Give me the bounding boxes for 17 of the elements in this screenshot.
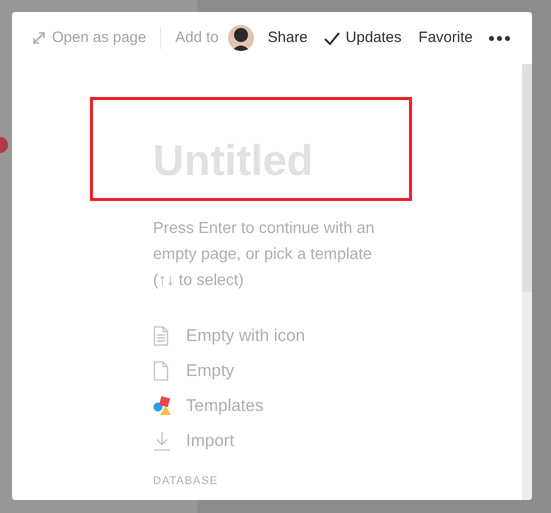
template-option[interactable]: Empty with icon bbox=[153, 324, 306, 348]
section-heading: DATABASE bbox=[153, 475, 218, 487]
template-option[interactable]: Empty bbox=[153, 359, 234, 383]
check-icon bbox=[324, 32, 340, 44]
template-option[interactable]: Import bbox=[153, 429, 234, 453]
shapes-icon bbox=[153, 396, 172, 416]
template-option[interactable]: Templates bbox=[153, 394, 264, 418]
add-to-button[interactable]: Add to bbox=[175, 26, 219, 50]
open-as-page-button[interactable]: Open as page bbox=[32, 26, 146, 50]
share-button[interactable]: Share bbox=[268, 26, 308, 50]
favorite-button[interactable]: Favorite bbox=[418, 26, 473, 50]
avatar[interactable] bbox=[228, 25, 254, 51]
hint-text: Press Enter to continue with an empty page, or pick a template (↑↓ to select) bbox=[153, 219, 375, 291]
scrollbar[interactable] bbox=[522, 64, 532, 500]
expand-icon bbox=[32, 31, 46, 45]
download-icon bbox=[153, 431, 172, 451]
updates-button[interactable]: Updates bbox=[324, 26, 402, 50]
